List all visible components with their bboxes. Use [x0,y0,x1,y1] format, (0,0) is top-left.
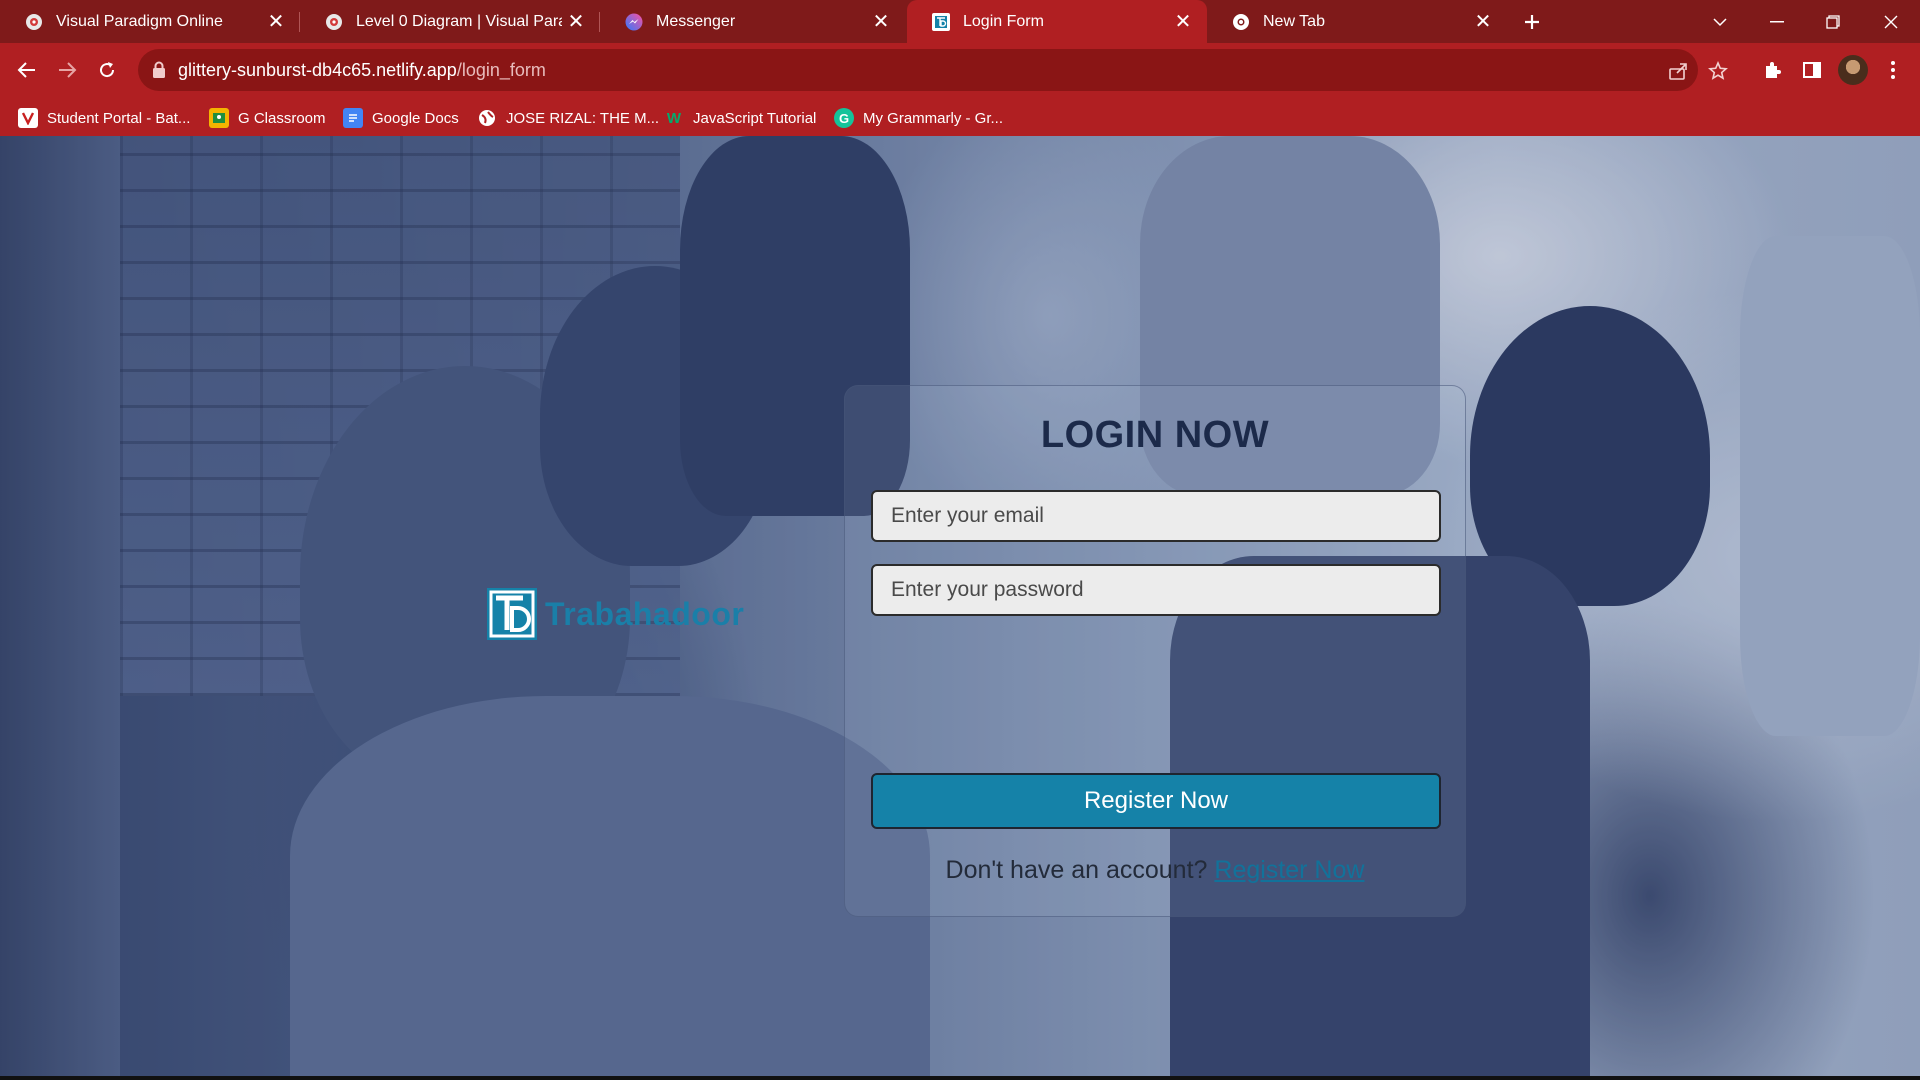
profile-avatar[interactable] [1838,55,1868,85]
restore-button[interactable] [1808,0,1858,43]
bookmark-label: Google Docs [372,109,459,127]
password-field[interactable] [871,564,1441,616]
bookmark-jose-rizal[interactable]: JOSE RIZAL: THE M... [477,107,659,129]
login-page: Trabahadoor LOGIN NOW Register Now Don't… [0,136,1920,1080]
visual-paradigm-icon [324,12,344,32]
chrome-icon [1231,12,1251,32]
url-domain: glittery-sunburst-db4c65.netlify.app [178,60,457,80]
trabahadoor-logo-icon [487,588,537,640]
messenger-icon [624,12,644,32]
url-text[interactable]: glittery-sunburst-db4c65.netlify.app/log… [178,60,546,81]
email-field[interactable] [871,490,1441,542]
visual-paradigm-icon [24,12,44,32]
tab-title: Visual Paradigm Online [56,12,223,30]
browser-toolbar: glittery-sunburst-db4c65.netlify.app/log… [0,43,1920,98]
minimize-button[interactable] [1752,0,1802,43]
close-icon[interactable]: ✕ [867,8,895,36]
bookmark-label: JavaScript Tutorial [693,109,817,127]
tab-title: Messenger [656,12,736,30]
bookmark-g-classroom[interactable]: G Classroom [209,107,326,129]
close-icon[interactable]: ✕ [562,8,590,36]
close-icon[interactable]: ✕ [1469,8,1497,36]
tab-level-0-diagram[interactable]: Level 0 Diagram | Visual Paradigm ✕ [300,0,600,43]
tab-visual-paradigm[interactable]: Visual Paradigm Online ✕ [0,0,300,43]
w3schools-icon: W [666,109,682,127]
register-prompt: Don't have an account? Register Now [845,856,1465,885]
side-panel-icon[interactable] [1797,55,1827,85]
register-now-button[interactable]: Register Now [871,773,1441,829]
globe-icon [477,108,497,128]
bookmark-label: Student Portal - Bat... [47,109,191,127]
close-icon[interactable]: ✕ [262,8,290,36]
bookmark-student-portal[interactable]: Student Portal - Bat... [18,107,190,129]
bookmark-star-icon[interactable] [1706,59,1730,83]
bookmark-label: My Grammarly - Gr... [863,109,1003,127]
student-portal-icon [18,108,38,128]
register-now-link[interactable]: Register Now [1214,856,1364,884]
trabahadoor-icon [931,12,951,32]
new-tab-button[interactable] [1507,0,1557,43]
tab-strip: Visual Paradigm Online ✕ Level 0 Diagram… [0,0,1920,43]
address-bar[interactable]: glittery-sunburst-db4c65.netlify.app/log… [138,49,1728,91]
bookmarks-bar: Student Portal - Bat... G Classroom Goog… [0,98,1920,136]
tab-title: Level 0 Diagram | Visual Paradigm [356,12,562,30]
bookmark-my-grammarly[interactable]: G My Grammarly - Gr... [834,107,1003,129]
bookmark-google-docs[interactable]: Google Docs [343,107,459,129]
tab-title: New Tab [1263,12,1325,30]
bookmark-label: JOSE RIZAL: THE M... [506,109,660,127]
tab-search-dropdown[interactable] [1695,0,1745,43]
login-card: LOGIN NOW Register Now Don't have an acc… [844,385,1466,917]
bookmark-javascript-tutorial[interactable]: W JavaScript Tutorial [664,107,816,129]
grammarly-icon: G [834,108,854,128]
tab-login-form[interactable]: Login Form ✕ [907,0,1207,43]
back-button[interactable] [10,53,44,87]
classroom-icon [209,108,229,128]
reload-button[interactable] [90,53,124,87]
extensions-icon[interactable] [1757,55,1787,85]
close-icon[interactable]: ✕ [1169,8,1197,36]
url-path: /login_form [456,60,546,80]
tab-new-tab[interactable]: New Tab ✕ [1207,0,1507,43]
share-icon[interactable] [1666,59,1690,83]
bookmark-label: G Classroom [238,109,326,127]
brand-logo: Trabahadoor [487,588,744,640]
register-prompt-text: Don't have an account? [945,856,1208,884]
login-title: LOGIN NOW [1040,414,1270,456]
tab-title: Login Form [963,12,1044,30]
docs-icon [343,108,363,128]
menu-kebab-icon[interactable] [1878,55,1908,85]
forward-button[interactable] [50,53,84,87]
lock-icon[interactable] [152,61,168,79]
close-window-button[interactable] [1866,0,1916,43]
brand-name: Trabahadoor [545,595,745,632]
tab-messenger[interactable]: Messenger ✕ [600,0,905,43]
